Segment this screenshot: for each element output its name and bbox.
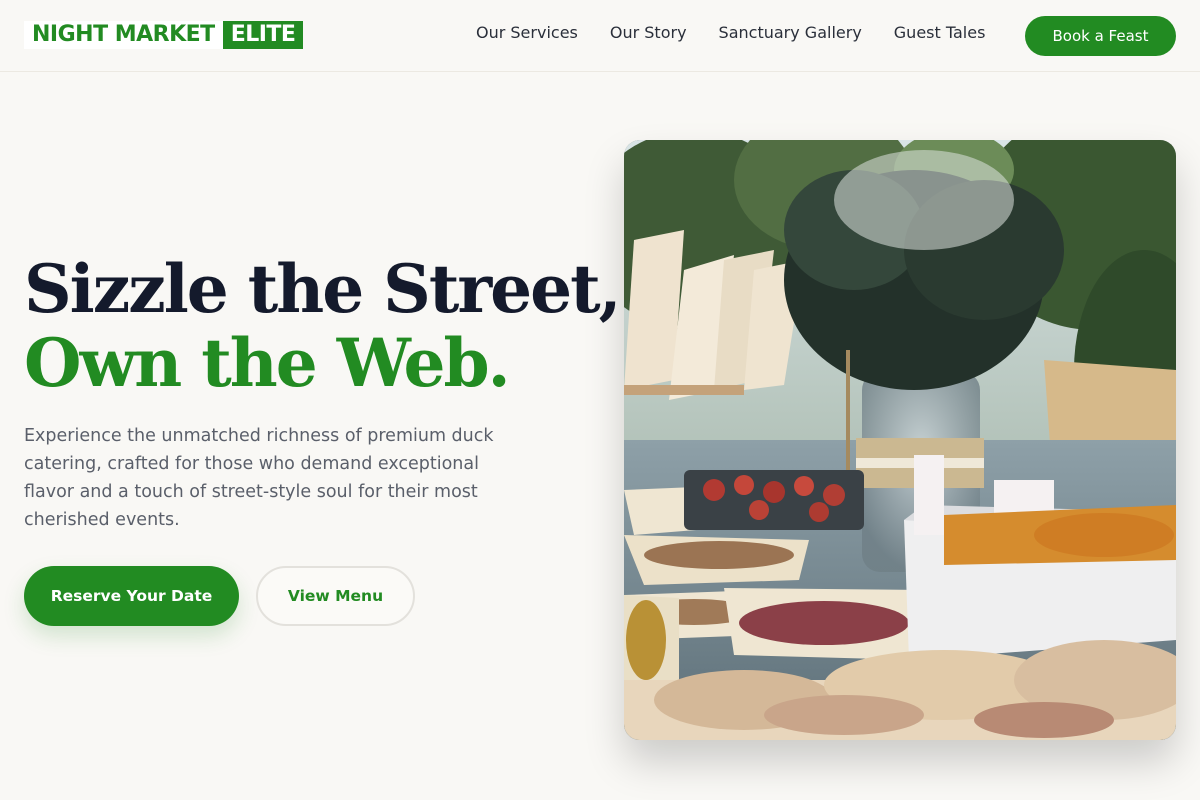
logo-text-primary: NIGHT MARKET xyxy=(24,21,223,49)
main-nav: Our Services Our Story Sanctuary Gallery… xyxy=(476,23,1017,45)
nav-item-sanctuary-gallery[interactable]: Sanctuary Gallery xyxy=(719,23,862,45)
site-header: NIGHT MARKET ELITE Our Services Our Stor… xyxy=(0,0,1200,72)
reserve-your-date-button[interactable]: Reserve Your Date xyxy=(24,566,239,626)
headline-line-2: Own the Web. xyxy=(24,324,511,402)
nav-item-our-services[interactable]: Our Services xyxy=(476,23,578,45)
book-a-feast-button[interactable]: Book a Feast xyxy=(1025,16,1176,56)
view-menu-button[interactable]: View Menu xyxy=(256,566,415,626)
logo-text-accent: ELITE xyxy=(222,21,304,49)
nav-item-guest-tales[interactable]: Guest Tales xyxy=(894,23,986,45)
hero-image xyxy=(624,140,1176,740)
nav-item-our-story[interactable]: Our Story xyxy=(610,23,687,45)
logo[interactable]: NIGHT MARKET ELITE xyxy=(24,21,304,49)
headline-line-1: Sizzle the Street, xyxy=(24,250,622,328)
hero-description: Experience the unmatched richness of pre… xyxy=(24,426,494,530)
hero-headline: Sizzle the Street, Own the Web. xyxy=(24,250,622,402)
